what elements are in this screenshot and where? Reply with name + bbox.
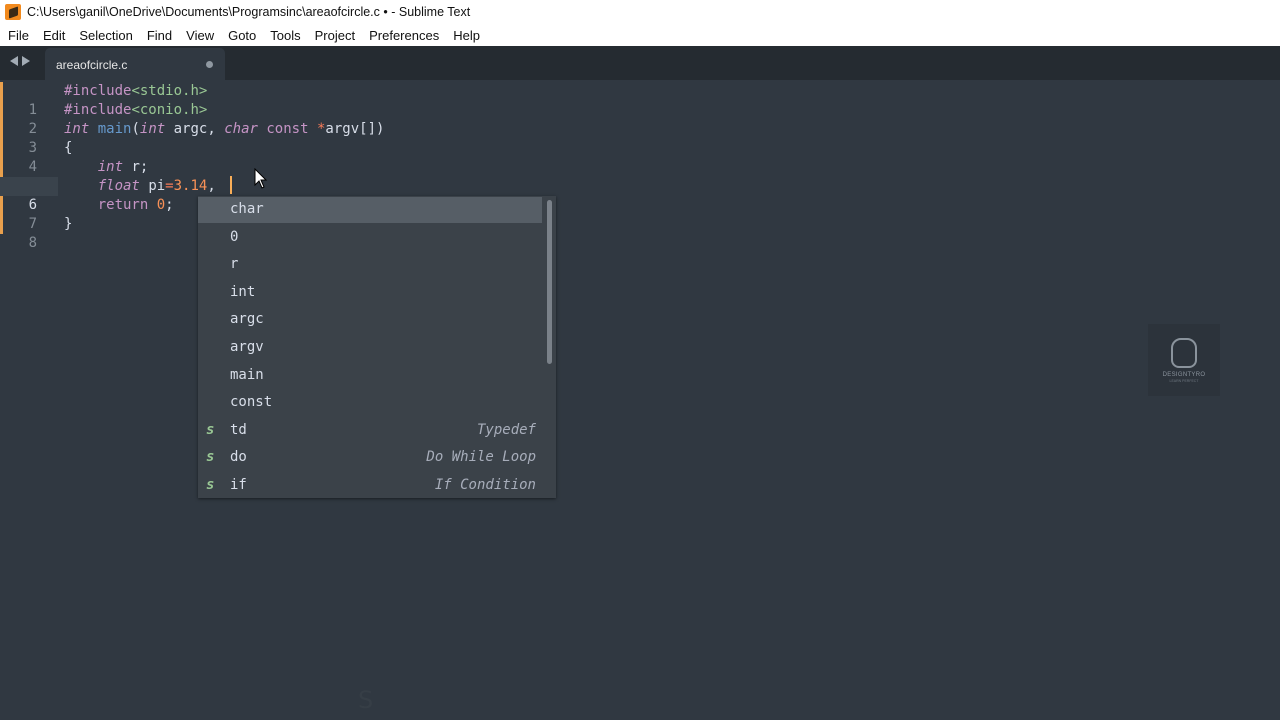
code-text: #include<stdio.h>: [0, 82, 1200, 101]
menu-help[interactable]: Help: [446, 28, 487, 43]
tab-navigation: [10, 56, 30, 66]
sublime-text-icon: [5, 4, 21, 20]
autocomplete-scrollbar[interactable]: [547, 200, 552, 364]
autocomplete-hint: Typedef: [476, 421, 536, 438]
code-line-text: {: [64, 140, 73, 156]
tab-areaofcircle[interactable]: areaofcircle.c: [45, 48, 225, 80]
autocomplete-popup: char 0 r int argc argv main const s td Typedef s do D…: [198, 196, 556, 498]
next-tab-icon[interactable]: [22, 56, 30, 66]
code-editor[interactable]: 1 2 3 4 5 6 7 8 #include<stdio.h>#includ…: [0, 80, 1280, 720]
autocomplete-label: td: [230, 421, 247, 438]
menu-edit[interactable]: Edit: [36, 28, 72, 43]
designtyro-watermark: DESIGNTYRO LEARN PERFECT: [1148, 324, 1220, 396]
mouse-pointer-icon: [254, 168, 268, 189]
window-title: C:\Users\ganil\OneDrive\Documents\Progra…: [27, 5, 471, 19]
autocomplete-label: argv: [230, 339, 264, 355]
watermark-text: DESIGNTYRO: [1162, 371, 1206, 378]
autocomplete-label: const: [230, 394, 273, 411]
autocomplete-label: argc: [230, 311, 264, 328]
autocomplete-hint: Do While Loop: [426, 449, 536, 466]
menu-project[interactable]: Project: [308, 28, 362, 43]
autocomplete-item-if[interactable]: s if If Condition: [198, 473, 542, 499]
menu-file[interactable]: File: [0, 28, 36, 43]
avatar-icon: [1171, 337, 1197, 368]
menu-find[interactable]: Find: [140, 28, 179, 43]
autocomplete-item-main[interactable]: main: [198, 363, 542, 389]
menu-tools[interactable]: Tools: [263, 28, 307, 43]
menu-bar: File Edit Selection Find View Goto Tools…: [0, 24, 1280, 46]
autocomplete-item-argc[interactable]: argc: [198, 307, 542, 333]
autocomplete-label: 0: [230, 228, 239, 245]
autocomplete-label: int: [230, 283, 256, 300]
autocomplete-label: if: [230, 477, 247, 493]
autocomplete-label: char: [230, 201, 264, 217]
code-line-text: int r;: [97, 159, 149, 175]
tab-bar: areaofcircle.c: [0, 46, 1280, 80]
autocomplete-item-char[interactable]: char: [198, 197, 542, 223]
autocomplete-label: main: [230, 366, 264, 383]
autocomplete-item-r[interactable]: r: [198, 252, 542, 278]
code-line-text: int main(int argc, char const *argv[]): [64, 121, 385, 137]
text-cursor: [230, 176, 232, 194]
code-text: return 0;: [0, 196, 1200, 215]
title-bar: C:\Users\ganil\OneDrive\Documents\Progra…: [0, 0, 1280, 24]
tab-label: areaofcircle.c: [56, 58, 128, 72]
menu-selection[interactable]: Selection: [72, 28, 139, 43]
code-text: int main(int argc, char const *argv[]): [0, 120, 1200, 139]
code-line-text: #include<stdio.h>: [64, 83, 208, 99]
menu-view[interactable]: View: [179, 28, 221, 43]
autocomplete-item-do[interactable]: s do Do While Loop: [198, 445, 542, 471]
code-line-text: float pi=3.14,: [97, 178, 216, 194]
menu-preferences[interactable]: Preferences: [362, 28, 446, 43]
code-text: int r;: [0, 158, 1200, 177]
menu-goto[interactable]: Goto: [221, 28, 263, 43]
autocomplete-item-const[interactable]: const: [198, 390, 542, 416]
watermark-subtext: LEARN PERFECT: [1169, 378, 1199, 383]
code-text: float pi=3.14,: [0, 177, 1200, 196]
code-text: {: [0, 139, 1200, 158]
code-text: }: [0, 215, 1200, 234]
snippet-kind-icon: s: [206, 477, 215, 493]
unsaved-dot-icon[interactable]: [206, 61, 213, 68]
code-line-text: return 0;: [97, 197, 174, 213]
autocomplete-label: do: [230, 449, 247, 466]
previous-tab-icon[interactable]: [10, 56, 18, 66]
autocomplete-item-int[interactable]: int: [198, 280, 542, 306]
code-text: #include<conio.h>: [0, 101, 1200, 120]
line-number: 8: [28, 235, 37, 251]
autocomplete-label: r: [230, 256, 239, 273]
snippet-kind-icon: s: [206, 421, 215, 438]
snippet-kind-icon: s: [206, 449, 215, 466]
autocomplete-hint: If Condition: [434, 477, 536, 493]
code-line-text: #include<conio.h>: [64, 102, 208, 118]
autocomplete-item-argv[interactable]: argv: [198, 335, 542, 361]
faint-logo-glyph: S: [358, 686, 374, 714]
autocomplete-item-0[interactable]: 0: [198, 225, 542, 251]
autocomplete-item-td[interactable]: s td Typedef: [198, 418, 542, 444]
code-line-text: }: [64, 216, 73, 232]
